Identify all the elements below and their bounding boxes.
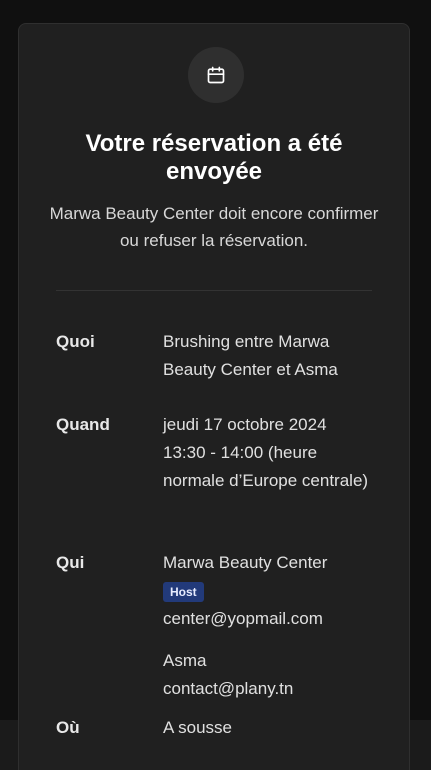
host-badge: Host bbox=[163, 582, 204, 602]
when-value: jeudi 17 octobre 2024 13:30 - 14:00 (heu… bbox=[163, 411, 383, 495]
booking-time: 13:30 - 14:00 (heure normale d’Europe ce… bbox=[163, 443, 369, 490]
attendee-name: Asma bbox=[163, 651, 207, 670]
who-label: Qui bbox=[56, 553, 85, 572]
booking-success-page: Votre réservation a été envoyée Marwa Be… bbox=[0, 0, 431, 770]
booking-date: jeudi 17 octobre 2024 bbox=[163, 415, 327, 434]
who-value: Marwa Beauty Center Host center@yopmail.… bbox=[163, 549, 383, 703]
page-title: Votre réservation a été envoyée bbox=[85, 130, 343, 185]
what-label: Quoi bbox=[56, 332, 95, 351]
where-label: Où bbox=[56, 718, 80, 737]
section-divider bbox=[56, 290, 372, 291]
where-value: A sousse bbox=[163, 718, 232, 737]
host-name: Marwa Beauty Center bbox=[163, 553, 328, 572]
calendar-icon bbox=[188, 47, 244, 103]
attendee-email: contact@plany.tn bbox=[163, 679, 294, 698]
booking-confirmation-card: Votre réservation a été envoyée Marwa Be… bbox=[18, 23, 410, 770]
what-value: Brushing entre Marwa Beauty Center et As… bbox=[163, 332, 338, 379]
when-label: Quand bbox=[56, 415, 110, 434]
confirmation-message: Marwa Beauty Center doit encore confirme… bbox=[49, 204, 379, 250]
host-email: center@yopmail.com bbox=[163, 609, 323, 628]
